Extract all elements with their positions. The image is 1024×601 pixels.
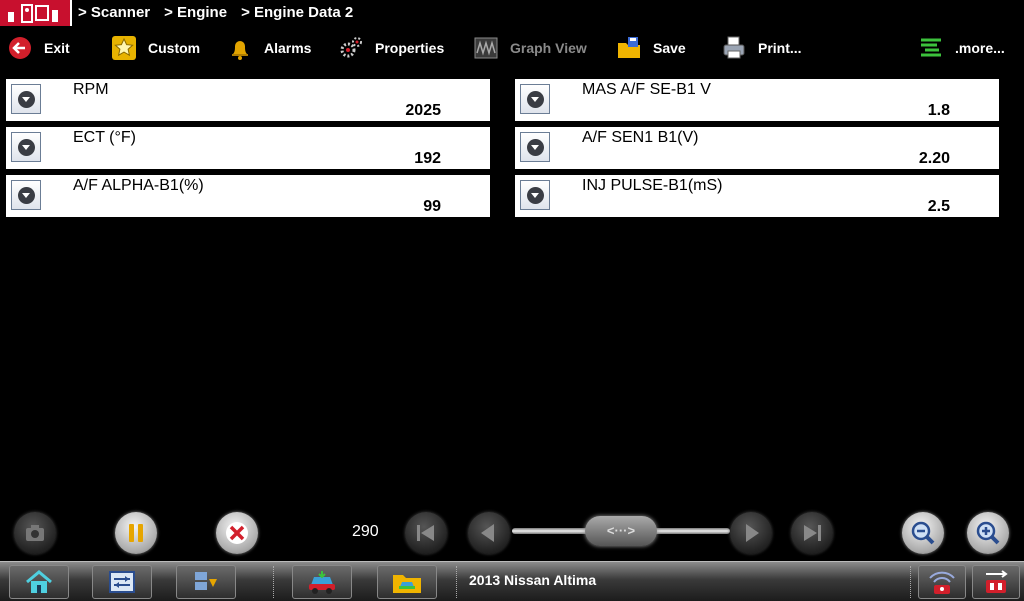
chevron-down-icon [18, 139, 35, 156]
pid-label: A/F SEN1 B1(V) [582, 129, 699, 146]
skip-to-end-button[interactable] [791, 512, 833, 554]
home-button[interactable] [9, 565, 69, 599]
frame-counter: 290 [352, 523, 379, 540]
breadcrumb-scanner[interactable]: > Scanner [78, 3, 150, 25]
bell-icon [226, 34, 254, 62]
skip-end-icon [804, 525, 821, 541]
pid-card-af-alpha[interactable]: A/F ALPHA-B1(%) 99 [6, 175, 490, 217]
pid-value: 2.5 [927, 198, 950, 215]
custom-button[interactable]: Custom [110, 33, 200, 63]
step-back-button[interactable] [468, 512, 510, 554]
back-arrow-icon [6, 34, 34, 62]
chevron-down-icon [527, 91, 544, 108]
pid-label: ECT (°F) [73, 129, 136, 146]
taskbar-divider [273, 566, 275, 598]
zoom-out-icon [911, 521, 935, 545]
pid-card-rpm[interactable]: RPM 2025 [6, 79, 490, 121]
custom-label: Custom [148, 40, 201, 56]
chevron-down-icon [527, 187, 544, 204]
pid-card-mas-af[interactable]: MAS A/F SE-B1 V 1.8 [515, 79, 999, 121]
printer-icon [720, 34, 748, 62]
playback-slider-thumb[interactable]: <···> [585, 516, 657, 546]
pause-button[interactable] [115, 512, 157, 554]
pid-label: INJ PULSE-B1(mS) [582, 177, 723, 194]
taskbar-divider [456, 566, 458, 598]
pid-value: 2.20 [918, 150, 950, 167]
pid-value: 1.8 [927, 102, 950, 119]
camera-button[interactable] [14, 512, 56, 554]
close-icon [226, 522, 248, 544]
gears-icon [337, 34, 365, 62]
zoom-out-button[interactable] [902, 512, 944, 554]
pid-dropdown-button[interactable] [520, 132, 550, 162]
pid-card-af-sen1[interactable]: A/F SEN1 B1(V) 2.20 [515, 127, 999, 169]
pid-dropdown-button[interactable] [520, 84, 550, 114]
scanner-logo [0, 0, 72, 26]
properties-button[interactable]: Properties [337, 33, 444, 63]
chevron-down-icon [18, 91, 35, 108]
more-button[interactable]: .more... [917, 33, 1005, 63]
vehicle-id-label: 2013 Nissan Altima [469, 572, 597, 588]
properties-label: Properties [375, 40, 445, 56]
chevron-down-icon [18, 187, 35, 204]
alarms-button[interactable]: Alarms [226, 33, 311, 63]
step-forward-button[interactable] [730, 512, 772, 554]
menu-list-icon [917, 34, 945, 62]
pid-label: RPM [73, 81, 109, 98]
wireless-status-button[interactable] [918, 565, 966, 599]
graph-icon [472, 34, 500, 62]
alarms-label: Alarms [264, 40, 312, 56]
chevron-down-icon [527, 139, 544, 156]
pid-label: A/F ALPHA-B1(%) [73, 177, 204, 194]
pid-dropdown-button[interactable] [11, 84, 41, 114]
zoom-in-icon [976, 521, 1000, 545]
wireless-icon [929, 571, 955, 594]
exit-label: Exit [44, 40, 70, 56]
zoom-in-button[interactable] [967, 512, 1009, 554]
pid-label: MAS A/F SE-B1 V [582, 81, 711, 98]
exit-button[interactable]: Exit [6, 33, 70, 63]
pid-card-inj-pulse[interactable]: INJ PULSE-B1(mS) 2.5 [515, 175, 999, 217]
pid-card-ect[interactable]: ECT (°F) 192 [6, 127, 490, 169]
home-icon [26, 570, 52, 593]
data-transfer-button[interactable] [176, 565, 236, 599]
print-button[interactable]: Print... [720, 33, 802, 63]
more-label: .more... [955, 40, 1005, 56]
usb-icon [986, 570, 1008, 593]
pid-dropdown-button[interactable] [11, 132, 41, 162]
save-folder-icon [615, 34, 643, 62]
breadcrumb-engine-data-2: > Engine Data 2 [241, 4, 354, 21]
save-label: Save [653, 40, 686, 56]
print-label: Print... [758, 40, 802, 56]
usb-connection-button[interactable] [972, 565, 1020, 599]
scanner-module-button[interactable] [92, 565, 152, 599]
save-button[interactable]: Save [615, 33, 686, 63]
breadcrumb-engine[interactable]: > Engine [164, 3, 227, 25]
data-transfer-icon [195, 572, 217, 590]
pause-icon [129, 524, 143, 542]
star-icon [110, 34, 138, 62]
pid-dropdown-button[interactable] [520, 180, 550, 210]
skip-to-start-button[interactable] [405, 512, 447, 554]
breadcrumb: > Scanner > Engine > Engine Data 2 [78, 3, 353, 25]
car-icon [309, 571, 335, 594]
tool-icon [8, 4, 58, 23]
pid-value: 2025 [405, 102, 441, 119]
toolbar: Exit Custom Alarms Properties Graph View… [0, 33, 1024, 63]
previous-vehicles-button[interactable] [292, 565, 352, 599]
stop-button[interactable] [216, 512, 258, 554]
taskbar-divider [910, 566, 912, 598]
pid-value: 192 [414, 150, 441, 167]
graph-view-label: Graph View [510, 40, 587, 56]
pid-value: 99 [423, 198, 441, 215]
scanner-icon [109, 571, 135, 593]
saved-data-button[interactable] [377, 565, 437, 599]
step-forward-icon [746, 524, 759, 542]
camera-icon [26, 525, 44, 541]
pid-dropdown-button[interactable] [11, 180, 41, 210]
folder-car-icon [393, 575, 421, 593]
skip-start-icon [417, 525, 434, 541]
graph-view-button[interactable]: Graph View [472, 33, 587, 63]
step-back-icon [481, 524, 494, 542]
